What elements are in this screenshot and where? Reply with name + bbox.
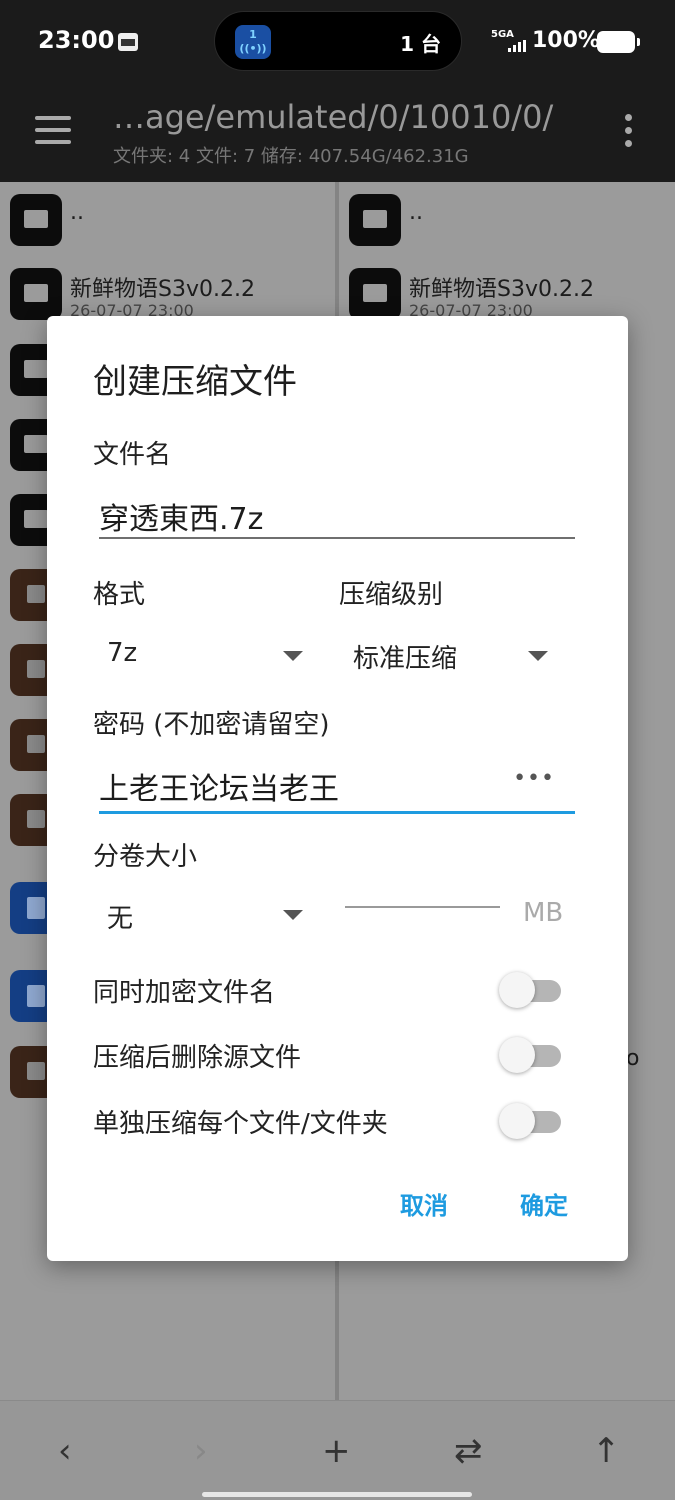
file-name: 新鲜物语S3v0.2.2 xyxy=(70,277,255,302)
bottom-toolbar: ‹ › + ⇄ ↑ xyxy=(0,1400,675,1500)
home-indicator[interactable] xyxy=(202,1492,472,1497)
volume-unit: MB xyxy=(523,898,564,928)
file-name: 新鲜物语S3v0.2.2 xyxy=(409,277,594,302)
swap-panes-icon[interactable]: ⇄ xyxy=(454,1431,483,1471)
compression-level-label: 压缩级别 xyxy=(339,580,444,610)
parent-folder-icon[interactable]: ↑ xyxy=(592,1431,621,1471)
option-delete-source: 压缩后删除源文件 xyxy=(93,1033,573,1077)
separate-archives-toggle[interactable] xyxy=(499,1103,561,1139)
dialog-title: 创建压缩文件 xyxy=(93,362,297,402)
status-time: 23:00 xyxy=(38,26,115,54)
volume-size-label: 分卷大小 xyxy=(93,842,198,872)
ok-button[interactable]: 确定 xyxy=(520,1186,568,1221)
signal-icon xyxy=(508,40,526,52)
delete-source-toggle[interactable] xyxy=(499,1037,561,1073)
current-path[interactable]: …age/emulated/0/10010/0/ xyxy=(113,98,553,136)
battery-percent: 100% xyxy=(532,28,600,53)
island-app-number: 1 xyxy=(249,28,257,41)
file-name: .. xyxy=(70,200,84,225)
format-label: 格式 xyxy=(93,580,146,610)
filename-label: 文件名 xyxy=(93,440,172,470)
menu-icon[interactable] xyxy=(35,116,71,144)
filename-value: 穿透東西.7z xyxy=(99,502,264,537)
folder-icon xyxy=(349,194,401,246)
network-type: 5GA xyxy=(491,29,514,40)
compression-level-select[interactable]: 标准压缩 xyxy=(353,638,457,675)
folder-stats: 文件夹: 4 文件: 7 储存: 407.54G/462.31G xyxy=(113,146,469,167)
level-dropdown-icon[interactable] xyxy=(528,651,548,661)
list-item-parent[interactable]: .. xyxy=(339,182,675,257)
password-input[interactable]: 上老王论坛当老王 ••• xyxy=(99,756,575,814)
hotspot-app-icon: 1 ((•)) xyxy=(235,25,271,59)
back-icon[interactable]: ‹ xyxy=(58,1431,72,1471)
island-device-count: 1 台 xyxy=(400,32,441,56)
calendar-icon xyxy=(118,33,138,51)
option-label: 同时加密文件名 xyxy=(93,978,276,1008)
show-password-icon[interactable]: ••• xyxy=(513,766,555,791)
password-label: 密码 (不加密请留空) xyxy=(93,710,330,740)
file-name: .. xyxy=(409,200,423,225)
folder-icon xyxy=(349,268,401,320)
volume-size-input[interactable] xyxy=(345,906,500,908)
list-item-parent[interactable]: .. xyxy=(0,182,335,257)
option-label: 单独压缩每个文件/文件夹 xyxy=(93,1109,388,1139)
option-separate-archives: 单独压缩每个文件/文件夹 xyxy=(93,1099,573,1143)
password-value: 上老王论坛当老王 xyxy=(99,772,339,807)
cancel-button[interactable]: 取消 xyxy=(400,1186,448,1221)
app-bar: …age/emulated/0/10010/0/ 文件夹: 4 文件: 7 储存… xyxy=(0,82,675,182)
format-select[interactable]: 7z xyxy=(107,638,137,668)
volume-size-select[interactable]: 无 xyxy=(107,898,133,935)
more-options-icon[interactable] xyxy=(624,114,634,148)
folder-icon xyxy=(10,194,62,246)
option-label: 压缩后删除源文件 xyxy=(93,1043,302,1073)
volume-dropdown-icon[interactable] xyxy=(283,910,303,920)
format-dropdown-icon[interactable] xyxy=(283,651,303,661)
forward-icon[interactable]: › xyxy=(194,1431,208,1471)
dynamic-island[interactable]: 1 ((•)) 1 台 xyxy=(214,11,462,71)
filename-input[interactable]: 穿透東西.7z xyxy=(99,488,575,540)
option-encrypt-filenames: 同时加密文件名 xyxy=(93,968,573,1012)
add-icon[interactable]: + xyxy=(322,1431,351,1471)
encrypt-filenames-toggle[interactable] xyxy=(499,972,561,1008)
battery-icon xyxy=(597,31,640,53)
partial-file-text: o xyxy=(626,1046,640,1071)
folder-icon xyxy=(10,268,62,320)
create-archive-dialog: 创建压缩文件 文件名 穿透東西.7z 格式 压缩级别 7z 标准压缩 密码 (不… xyxy=(47,316,628,1261)
status-bar: 23:00 1 ((•)) 1 台 5GA 100% xyxy=(0,0,675,82)
